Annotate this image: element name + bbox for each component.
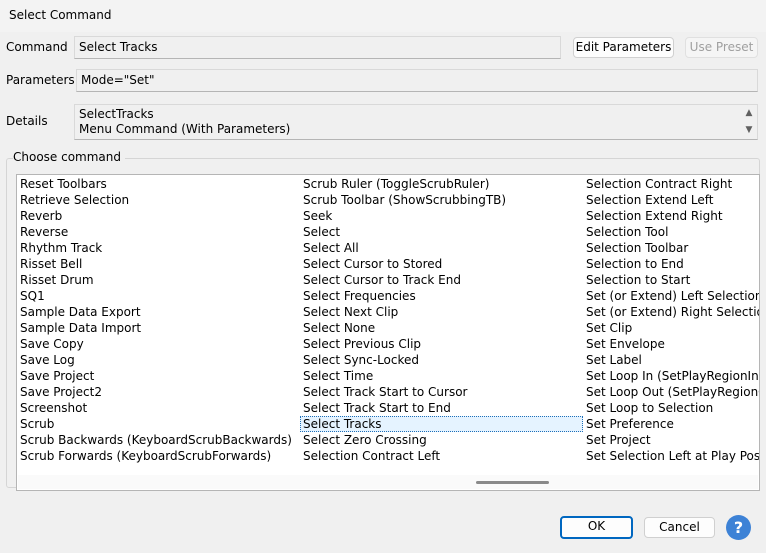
- command-list-item[interactable]: Set Loop Out (SetPlayRegionOut): [583, 384, 759, 400]
- dialog-body: Command Select Tracks Edit Parameters Us…: [0, 32, 766, 553]
- command-field[interactable]: Select Tracks: [74, 36, 561, 59]
- command-list-item[interactable]: Selection Tool: [583, 224, 759, 240]
- command-list-item[interactable]: Selection Contract Right: [583, 176, 759, 192]
- command-column-1: Reset Toolbars Retrieve Selection Reverb Re…: [17, 176, 300, 464]
- command-list-item[interactable]: Set Loop to Selection: [583, 400, 759, 416]
- use-preset-button[interactable]: Use Preset: [685, 37, 758, 58]
- command-label: Command: [6, 40, 68, 54]
- command-list-item[interactable]: Scrub Ruler (ToggleScrubRuler): [300, 176, 583, 192]
- details-scroll-down-icon[interactable]: ▼: [742, 123, 756, 137]
- command-list-item[interactable]: Selection Extend Right: [583, 208, 759, 224]
- details-field[interactable]: SelectTracks Menu Command (With Paramete…: [74, 104, 758, 140]
- help-icon[interactable]: ?: [726, 515, 751, 540]
- command-list-item[interactable]: Select Tracks: [300, 416, 583, 432]
- ok-button[interactable]: OK: [560, 516, 633, 539]
- command-list-item[interactable]: Scrub Forwards (KeyboardScrubForwards): [17, 448, 300, 464]
- command-list-item[interactable]: Set Project: [583, 432, 759, 448]
- command-list-item[interactable]: Selection to Start: [583, 272, 759, 288]
- parameters-field[interactable]: Mode="Set": [76, 69, 758, 92]
- command-list-item[interactable]: Save Copy: [17, 336, 300, 352]
- horizontal-scrollbar[interactable]: [18, 475, 758, 489]
- command-list-item[interactable]: Sample Data Import: [17, 320, 300, 336]
- command-list-item[interactable]: Save Project2: [17, 384, 300, 400]
- command-list-item[interactable]: Select None: [300, 320, 583, 336]
- command-list-item[interactable]: Save Project: [17, 368, 300, 384]
- command-list-item[interactable]: Set Preference: [583, 416, 759, 432]
- command-list-item[interactable]: Reverb: [17, 208, 300, 224]
- command-list-item[interactable]: Select Time: [300, 368, 583, 384]
- edit-parameters-button[interactable]: Edit Parameters: [573, 37, 674, 58]
- command-list-item[interactable]: Retrieve Selection: [17, 192, 300, 208]
- command-list-item[interactable]: Select Sync-Locked: [300, 352, 583, 368]
- cancel-button[interactable]: Cancel: [644, 517, 715, 538]
- command-list-item[interactable]: Set Selection Left at Play Position: [583, 448, 759, 464]
- command-list-item[interactable]: Reset Toolbars: [17, 176, 300, 192]
- command-column-3: Selection Contract Right Selection Extend…: [583, 176, 759, 464]
- command-list-item[interactable]: Select Cursor to Track End: [300, 272, 583, 288]
- details-label: Details: [6, 114, 48, 128]
- command-list-item[interactable]: Selection to End: [583, 256, 759, 272]
- choose-command-title: Choose command: [13, 150, 126, 164]
- command-list[interactable]: Reset Toolbars Retrieve Selection Reverb Re…: [16, 174, 760, 491]
- command-list-item[interactable]: Select Track Start to End: [300, 400, 583, 416]
- command-list-item[interactable]: Scrub Toolbar (ShowScrubbingTB): [300, 192, 583, 208]
- command-list-item[interactable]: Set Clip: [583, 320, 759, 336]
- details-line-2: Menu Command (With Parameters): [79, 122, 291, 136]
- command-list-item[interactable]: Risset Bell: [17, 256, 300, 272]
- command-list-item[interactable]: Reverse: [17, 224, 300, 240]
- command-list-item[interactable]: Set Envelope: [583, 336, 759, 352]
- command-list-item[interactable]: Screenshot: [17, 400, 300, 416]
- command-list-item[interactable]: Selection Toolbar: [583, 240, 759, 256]
- scrollbar-thumb[interactable]: [476, 481, 549, 484]
- command-list-item[interactable]: Seek: [300, 208, 583, 224]
- command-list-item[interactable]: Scrub: [17, 416, 300, 432]
- command-list-item[interactable]: Set (or Extend) Left Selection: [583, 288, 759, 304]
- title-bar: Select Command: [0, 0, 766, 32]
- command-list-item[interactable]: Selection Contract Left: [300, 448, 583, 464]
- command-list-item[interactable]: Set Loop In (SetPlayRegionIn): [583, 368, 759, 384]
- details-line-1: SelectTracks: [79, 107, 154, 121]
- parameters-label: Parameters: [6, 73, 75, 87]
- command-list-item[interactable]: Selection Extend Left: [583, 192, 759, 208]
- command-list-item[interactable]: Select Zero Crossing: [300, 432, 583, 448]
- command-list-item[interactable]: Risset Drum: [17, 272, 300, 288]
- command-list-item[interactable]: Set Label: [583, 352, 759, 368]
- command-list-item[interactable]: Select Frequencies: [300, 288, 583, 304]
- command-column-2: Scrub Ruler (ToggleScrubRuler) Scrub Tool…: [300, 176, 583, 464]
- command-list-item[interactable]: Select Previous Clip: [300, 336, 583, 352]
- command-list-item[interactable]: Select Next Clip: [300, 304, 583, 320]
- command-list-item[interactable]: Select Cursor to Stored: [300, 256, 583, 272]
- command-list-item[interactable]: Sample Data Export: [17, 304, 300, 320]
- command-list-item[interactable]: Save Log: [17, 352, 300, 368]
- window-title: Select Command: [9, 8, 112, 22]
- command-list-item[interactable]: Select: [300, 224, 583, 240]
- command-list-item[interactable]: Set (or Extend) Right Selection: [583, 304, 759, 320]
- command-list-item[interactable]: Select All: [300, 240, 583, 256]
- command-list-item[interactable]: SQ1: [17, 288, 300, 304]
- command-list-item[interactable]: Select Track Start to Cursor: [300, 384, 583, 400]
- details-scroll-up-icon[interactable]: ▲: [742, 106, 756, 120]
- command-list-item[interactable]: Rhythm Track: [17, 240, 300, 256]
- command-list-item[interactable]: Scrub Backwards (KeyboardScrubBackwards): [17, 432, 300, 448]
